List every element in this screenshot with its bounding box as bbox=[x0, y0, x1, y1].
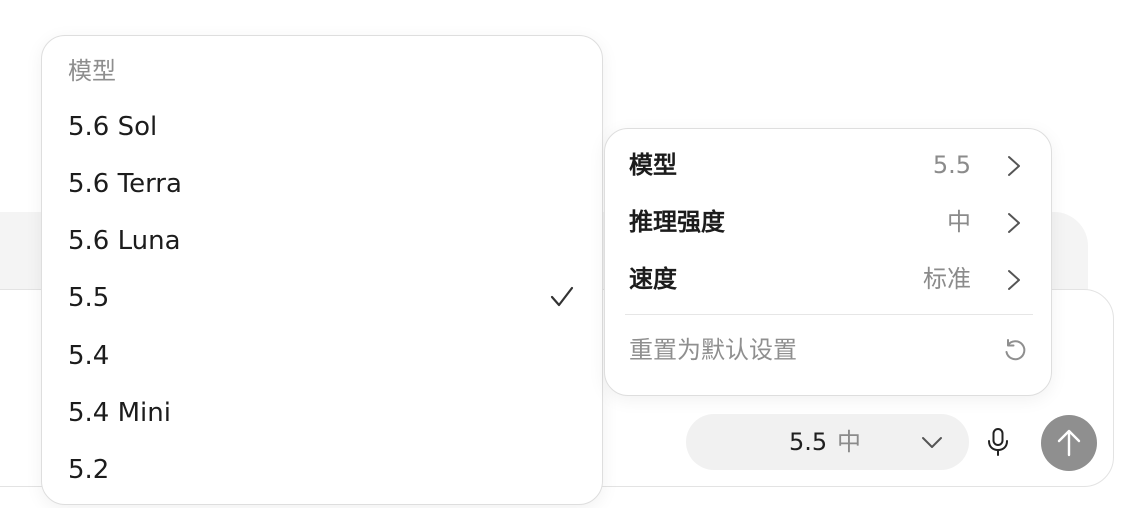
model-option-label: 5.2 bbox=[68, 455, 110, 485]
setting-value: 标准 bbox=[923, 265, 971, 293]
setting-label: 模型 bbox=[629, 151, 677, 179]
setting-label: 推理强度 bbox=[629, 208, 725, 236]
model-pill-model: 5.5 bbox=[789, 428, 828, 456]
model-option-label: 5.4 bbox=[68, 341, 110, 371]
model-option-label: 5.6 Terra bbox=[68, 169, 182, 199]
menu-divider bbox=[625, 314, 1033, 315]
checkmark-icon bbox=[550, 286, 574, 307]
reset-defaults-button[interactable]: 重置为默认设置 bbox=[605, 325, 1051, 377]
setting-row-reasoning[interactable]: 推理强度 中 bbox=[605, 197, 1051, 249]
model-pill-effort: 中 bbox=[837, 428, 861, 456]
setting-value: 中 bbox=[947, 208, 971, 236]
model-option-5-6-sol[interactable]: 5.6 Sol bbox=[42, 101, 602, 151]
chevron-right-icon bbox=[1008, 156, 1020, 176]
microphone-icon bbox=[988, 428, 1008, 456]
model-option-5-4-mini[interactable]: 5.4 Mini bbox=[42, 387, 602, 437]
setting-label: 速度 bbox=[629, 265, 677, 293]
model-option-5-5[interactable]: 5.5 bbox=[42, 272, 602, 322]
model-option-label: 5.6 Luna bbox=[68, 226, 181, 256]
reset-label: 重置为默认设置 bbox=[629, 336, 797, 364]
setting-row-model[interactable]: 模型 5.5 bbox=[605, 140, 1051, 192]
arrow-up-icon bbox=[1057, 429, 1081, 457]
model-option-5-4[interactable]: 5.4 bbox=[42, 330, 602, 380]
reset-icon bbox=[1005, 339, 1026, 361]
model-option-label: 5.5 bbox=[68, 283, 110, 313]
model-dropdown-menu: 模型 5.6 Sol 5.6 Terra 5.6 Luna 5.5 5.4 5.… bbox=[41, 35, 603, 505]
settings-popover: 模型 5.5 推理强度 中 速度 标准 重置为默认设置 bbox=[604, 128, 1052, 396]
model-option-5-6-terra[interactable]: 5.6 Terra bbox=[42, 158, 602, 208]
chevron-down-icon bbox=[922, 437, 942, 448]
model-option-label: 5.6 Sol bbox=[68, 112, 158, 142]
chevron-right-icon bbox=[1008, 270, 1020, 290]
setting-value: 5.5 bbox=[932, 151, 971, 179]
microphone-button[interactable] bbox=[979, 420, 1017, 464]
setting-row-speed[interactable]: 速度 标准 bbox=[605, 254, 1051, 306]
chevron-right-icon bbox=[1008, 213, 1020, 233]
model-option-5-6-luna[interactable]: 5.6 Luna bbox=[42, 215, 602, 265]
model-option-label: 5.4 Mini bbox=[68, 398, 171, 428]
model-menu-heading: 模型 bbox=[68, 57, 116, 85]
send-button[interactable] bbox=[1041, 415, 1097, 471]
app-stage: 5.5 中 模型 5.6 Sol 5.6 Terra 5.6 Luna 5.5 bbox=[0, 0, 1138, 508]
model-option-5-2[interactable]: 5.2 bbox=[42, 444, 602, 494]
model-selector-button[interactable]: 5.5 中 bbox=[686, 414, 969, 470]
